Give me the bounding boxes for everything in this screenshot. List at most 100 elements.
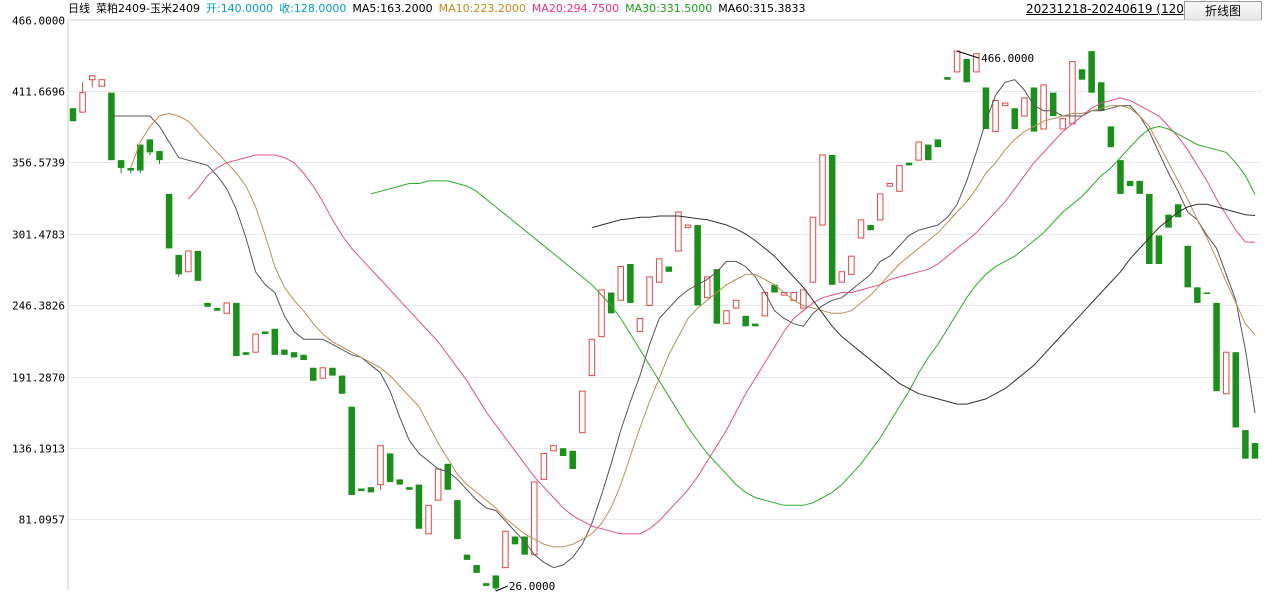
candle bbox=[281, 349, 288, 355]
candle bbox=[1097, 82, 1105, 111]
candle bbox=[223, 302, 231, 314]
candle-body-down bbox=[204, 302, 211, 307]
candle-body-down bbox=[454, 500, 461, 540]
candle-body-up bbox=[915, 141, 922, 161]
candle bbox=[886, 183, 894, 187]
ma-lines bbox=[111, 79, 1256, 569]
candle-body-down bbox=[281, 349, 288, 355]
candle-body-down bbox=[406, 487, 413, 490]
candle bbox=[992, 99, 999, 133]
y-tick-label: 81.0957 bbox=[19, 514, 65, 527]
candle-body-down bbox=[1088, 51, 1095, 93]
candle-body-down bbox=[194, 250, 202, 281]
candle-body-down bbox=[213, 308, 221, 311]
candle bbox=[396, 479, 403, 485]
min-annotation: 26.0000 bbox=[509, 580, 555, 593]
candle-body-up bbox=[1021, 97, 1028, 117]
candle bbox=[415, 484, 423, 529]
candle-body-down bbox=[828, 154, 836, 285]
candle bbox=[185, 250, 192, 273]
candle bbox=[694, 225, 701, 306]
candle bbox=[944, 77, 951, 80]
candle bbox=[857, 219, 865, 239]
candle-body-down bbox=[1194, 287, 1201, 303]
candle-body-down bbox=[1011, 108, 1019, 130]
candle bbox=[1021, 97, 1028, 117]
candle bbox=[473, 565, 480, 573]
candle-body-up bbox=[1069, 61, 1076, 125]
candle-body-up bbox=[617, 266, 625, 301]
candle bbox=[69, 108, 77, 122]
candle bbox=[175, 254, 182, 277]
candle bbox=[204, 302, 211, 307]
candle-body-down bbox=[329, 367, 336, 376]
candle bbox=[146, 139, 154, 155]
candle-body-up bbox=[88, 75, 96, 81]
candle bbox=[242, 352, 250, 355]
candle-body-up bbox=[79, 92, 86, 113]
candle-body-down bbox=[1126, 180, 1134, 187]
candle bbox=[569, 450, 576, 470]
candles bbox=[69, 50, 1259, 591]
candle bbox=[261, 331, 269, 335]
y-tick-label: 301.4783 bbox=[12, 229, 65, 242]
candle bbox=[1222, 351, 1230, 395]
candle-body-down bbox=[1251, 443, 1259, 459]
candle bbox=[290, 352, 298, 358]
candle-body-down bbox=[396, 479, 403, 485]
y-tick-label: 246.3826 bbox=[12, 300, 65, 313]
candle bbox=[463, 554, 471, 560]
candle bbox=[713, 269, 721, 324]
candle bbox=[1213, 302, 1220, 392]
candle bbox=[502, 530, 509, 569]
candle bbox=[1088, 51, 1095, 93]
candle bbox=[953, 50, 961, 73]
candle bbox=[1194, 287, 1201, 303]
candle-body-down bbox=[1107, 126, 1115, 148]
candle bbox=[838, 271, 846, 283]
candle-body-down bbox=[175, 254, 182, 275]
candle bbox=[300, 354, 307, 361]
candle bbox=[492, 575, 500, 591]
candle-body-down bbox=[1184, 245, 1191, 288]
candle-body-up bbox=[252, 333, 259, 353]
ma-line-ma10 bbox=[130, 105, 1256, 548]
candle-body-down bbox=[367, 487, 375, 493]
candle-body-down bbox=[165, 193, 173, 249]
candle-body-up bbox=[838, 271, 846, 283]
candle-body-down bbox=[146, 139, 154, 153]
candle-body-up bbox=[848, 255, 855, 275]
candle bbox=[1242, 430, 1249, 459]
candle-body-down bbox=[69, 108, 77, 122]
candle-body-up bbox=[723, 310, 730, 325]
candle bbox=[1232, 352, 1240, 428]
candle bbox=[329, 367, 336, 376]
candle-body-up bbox=[579, 390, 586, 434]
candle-body-down bbox=[492, 575, 500, 589]
candle-body-down bbox=[1232, 352, 1240, 428]
candle bbox=[309, 367, 317, 381]
candle-body-up bbox=[675, 211, 682, 252]
candle-body-up bbox=[425, 504, 432, 535]
candle-body-up bbox=[98, 79, 106, 87]
candle bbox=[876, 193, 884, 221]
candle-body-up bbox=[646, 276, 653, 306]
candle-body-down bbox=[290, 352, 298, 358]
candle bbox=[732, 299, 740, 309]
candle-body-up bbox=[502, 530, 509, 569]
candle-body-down bbox=[127, 167, 134, 171]
candle bbox=[194, 250, 202, 281]
candle bbox=[165, 193, 173, 249]
y-axis: 466.0000 411.6696 356.5739 301.4783 246.3826… bbox=[12, 15, 65, 527]
candle bbox=[252, 333, 259, 353]
candle-body-down bbox=[1117, 160, 1124, 194]
candle-body-down bbox=[559, 448, 567, 457]
candle-body-down bbox=[444, 463, 452, 490]
candle bbox=[550, 445, 557, 452]
candle bbox=[963, 58, 970, 83]
candle bbox=[752, 323, 759, 327]
y-tick-label: 411.6696 bbox=[12, 86, 65, 99]
candle-body-down bbox=[1213, 302, 1220, 392]
candle bbox=[588, 338, 596, 377]
candle bbox=[511, 536, 519, 545]
